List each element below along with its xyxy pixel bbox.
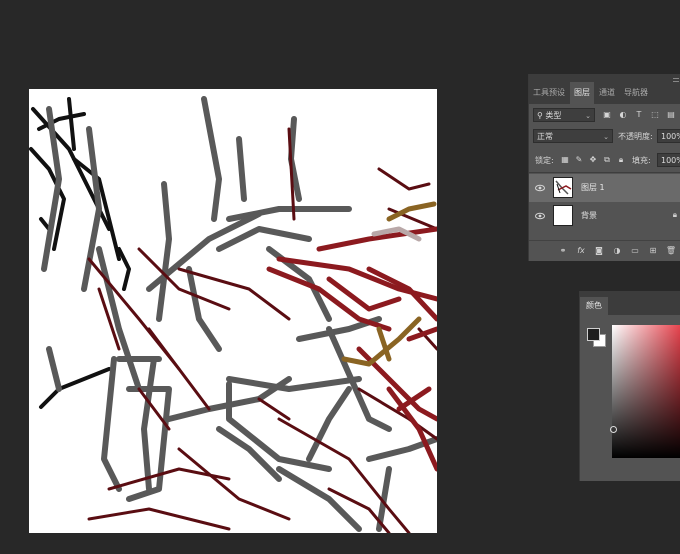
filter-smart-object-icon[interactable]: ▤ <box>665 109 677 121</box>
panel-menu-icon-line <box>673 81 679 82</box>
lock-label: 锁定: <box>535 156 554 165</box>
color-panel: 颜色 <box>579 291 680 481</box>
layers-panel-footer: ⚭ fx ◙ ◑ ▭ ⊞ 🗑︎ <box>529 240 680 261</box>
search-icon: ⚲ <box>537 111 543 120</box>
painting <box>29 96 437 533</box>
panel-menu-icon[interactable] <box>673 78 679 79</box>
chevron-down-icon: ⌄ <box>585 112 591 120</box>
layer-row-background[interactable]: 背景 🔒︎ <box>529 202 680 230</box>
blend-row: 正常 ⌄ 不透明度: 100% <box>529 127 680 147</box>
divider <box>529 172 680 173</box>
add-mask-icon[interactable]: ◙ <box>593 245 605 257</box>
lock-image-icon[interactable]: ✎ <box>573 154 585 166</box>
adjustment-layer-icon[interactable]: ◑ <box>611 245 623 257</box>
gray-strokes <box>41 96 437 532</box>
layer-name: 图层 1 <box>581 183 605 192</box>
tab-channels[interactable]: 通道 <box>595 82 619 104</box>
color-picker-field[interactable] <box>612 325 680 458</box>
new-group-icon[interactable]: ▭ <box>629 245 641 257</box>
filter-kind-value: 类型 <box>545 111 562 120</box>
chevron-down-icon: ⌄ <box>603 133 609 141</box>
dark-red-strokes <box>87 127 437 533</box>
blend-mode-value: 正常 <box>537 132 553 141</box>
new-layer-icon[interactable]: ⊞ <box>647 245 659 257</box>
layers-panel-tabs: 工具预设 图层 通道 导航器 <box>529 74 680 104</box>
visibility-eye-icon[interactable] <box>535 183 545 193</box>
lock-all-icon[interactable]: 🔒︎ <box>615 154 627 166</box>
lock-position-icon[interactable]: ✥ <box>587 154 599 166</box>
opacity-field[interactable]: 100% <box>657 129 680 143</box>
document-canvas[interactable] <box>29 89 437 533</box>
tab-color[interactable]: 颜色 <box>580 297 608 315</box>
fill-field[interactable]: 100% <box>657 153 680 167</box>
layer-filter-row: ⚲ 类型 ⌄ ▣ ◐ T ⬚ ▤ <box>529 106 680 126</box>
lock-icon: 🔒︎ <box>672 210 677 219</box>
layers-panel: 工具预设 图层 通道 导航器 ⚲ 类型 ⌄ ▣ ◐ T ⬚ ▤ 正常 ⌄ 不透明… <box>528 74 680 261</box>
filter-kind-select[interactable]: ⚲ 类型 ⌄ <box>533 108 595 122</box>
fill-label: 填充: <box>632 156 651 165</box>
color-picker-cursor[interactable] <box>610 426 617 433</box>
link-layers-icon[interactable]: ⚭ <box>557 245 569 257</box>
filter-adjustment-icon[interactable]: ◐ <box>617 109 629 121</box>
filter-shape-icon[interactable]: ⬚ <box>649 109 661 121</box>
visibility-eye-icon[interactable] <box>535 211 545 221</box>
tab-tool-presets[interactable]: 工具预设 <box>529 82 569 104</box>
filter-type-icon[interactable]: T <box>633 109 645 121</box>
tab-navigator[interactable]: 导航器 <box>620 82 652 104</box>
filter-pixel-icon[interactable]: ▣ <box>601 109 613 121</box>
foreground-color-swatch[interactable] <box>587 328 600 341</box>
opacity-label: 不透明度: <box>618 132 653 141</box>
layer-thumbnail <box>553 205 573 226</box>
lock-row: 锁定: ▦ ✎ ✥ ⧉ 🔒︎ 填充: 100% <box>529 151 680 171</box>
color-panel-tabs: 颜色 <box>580 291 680 315</box>
trash-icon[interactable]: 🗑︎ <box>665 245 677 257</box>
layer-row-layer-1[interactable]: 图层 1 <box>529 174 680 202</box>
fx-icon[interactable]: fx <box>575 245 587 257</box>
lock-transparent-icon[interactable]: ▦ <box>559 154 571 166</box>
tab-layers[interactable]: 图层 <box>570 82 594 104</box>
layer-name: 背景 <box>581 211 597 220</box>
blend-mode-select[interactable]: 正常 ⌄ <box>533 129 613 143</box>
lock-artboard-icon[interactable]: ⧉ <box>601 154 613 166</box>
layer-thumbnail <box>553 177 573 198</box>
